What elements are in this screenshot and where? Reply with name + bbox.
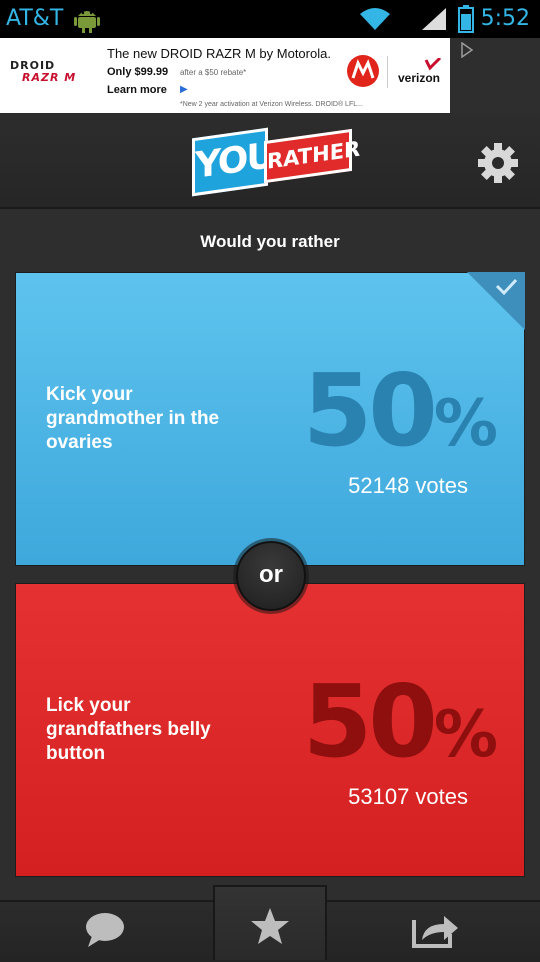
- question-prompt: Would you rather: [200, 232, 340, 251]
- ad-banner[interactable]: DROID RAZR M The new DROID RAZR M by Mot…: [0, 38, 450, 113]
- option-b-percent: 50%: [303, 672, 498, 785]
- star-icon[interactable]: [249, 906, 291, 953]
- ad-learn-more-link[interactable]: Learn more: [107, 84, 167, 96]
- ad-brand-logo: DROID RAZR M: [10, 60, 76, 84]
- option-a-percent-symbol: %: [433, 387, 498, 461]
- or-separator: or: [236, 541, 306, 611]
- option-a-text: Kick your grandmother in the ovaries: [46, 384, 220, 453]
- logo-you-text: YOU: [195, 134, 274, 187]
- option-b-card[interactable]: Lick your grandfathers belly button 50% …: [15, 583, 525, 877]
- option-b-percent-value: 50: [302, 663, 438, 780]
- ad-headline: The new DROID RAZR M by Motorola.: [107, 46, 331, 61]
- app-header: YOU RATHER: [0, 113, 540, 209]
- motorola-logo-icon: [346, 54, 380, 93]
- option-b-percent-symbol: %: [433, 698, 498, 772]
- option-b-text: Lick your grandfathers belly button: [46, 695, 211, 764]
- option-a-card[interactable]: Kick your grandmother in the ovaries 50%…: [15, 272, 525, 566]
- ad-price: Only $99.99: [107, 66, 169, 78]
- ad-brand-line2: RAZR M: [22, 71, 77, 84]
- ad-fine-print: *New 2 year activation at Verizon Wirele…: [180, 101, 363, 108]
- wifi-icon: [358, 6, 392, 37]
- signal-icon: [420, 6, 448, 37]
- ad-rebate: after a $50 rebate*: [180, 68, 247, 77]
- checkmark-icon: [467, 272, 525, 335]
- share-icon[interactable]: [410, 910, 460, 953]
- adchoices-icon[interactable]: [460, 41, 474, 63]
- status-bar: AT&T 5:52: [0, 0, 540, 38]
- verizon-text: verizon: [398, 71, 440, 85]
- carrier-label: AT&T: [6, 6, 64, 31]
- option-a-percent: 50%: [303, 361, 498, 474]
- logo-rather-text: RATHER: [267, 136, 361, 174]
- gear-icon[interactable]: [476, 141, 520, 190]
- comment-icon[interactable]: [84, 910, 126, 953]
- app-logo: YOU RATHER: [192, 127, 361, 197]
- ad-divider: [387, 56, 388, 88]
- verizon-logo-icon: verizon: [396, 56, 442, 93]
- option-a-votes: 52148 votes: [348, 473, 468, 498]
- option-b-votes: 53107 votes: [348, 784, 468, 809]
- android-icon: [74, 4, 100, 39]
- clock: 5:52: [480, 6, 530, 31]
- battery-icon: [458, 5, 474, 38]
- option-a-percent-value: 50: [302, 352, 438, 469]
- play-arrow-icon: ▶: [180, 84, 188, 95]
